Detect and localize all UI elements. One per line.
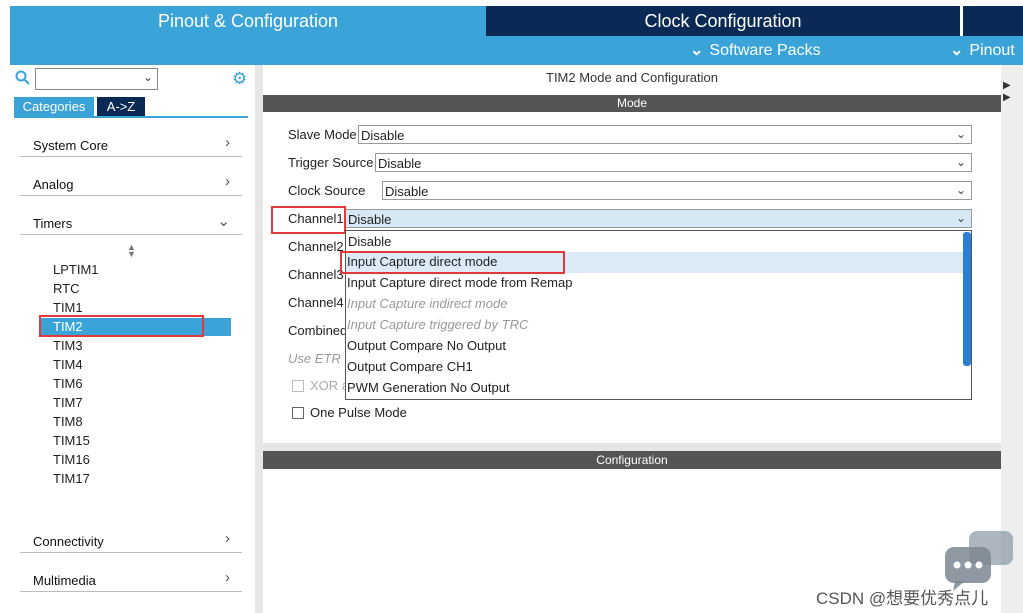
timer-item-tim1[interactable]: TIM1 [53, 300, 83, 315]
timer-item-tim4[interactable]: TIM4 [53, 357, 83, 372]
chevron-right-icon: › [225, 569, 230, 586]
az-sort-button[interactable]: A->Z [97, 97, 145, 116]
category-connectivity[interactable]: Connectivity › [20, 526, 242, 553]
search-input[interactable]: ⌄ [35, 68, 158, 90]
channel4-label: Channel4 [288, 295, 344, 310]
slave-mode-label: Slave Mode [288, 127, 357, 142]
chevron-down-icon: ⌄ [142, 70, 153, 84]
page-title: TIM2 Mode and Configuration [546, 70, 718, 85]
chevron-right-icon: › [225, 134, 230, 151]
dropdown-option[interactable]: Output Compare CH1 [347, 357, 473, 377]
chevron-down-icon: ⌄ [217, 213, 230, 230]
tab-more[interactable] [961, 6, 1023, 36]
clock-source-select[interactable]: Disable ⌄ [382, 181, 972, 200]
chevron-down-icon: ⌄ [955, 183, 966, 197]
one-pulse-label: One Pulse Mode [310, 405, 407, 420]
dropdown-option-disabled: Input Capture indirect mode [347, 296, 508, 311]
trigger-source-label: Trigger Source [288, 155, 374, 170]
category-analog[interactable]: Analog › [20, 169, 242, 196]
dropdown-option[interactable]: Input Capture direct mode from Remap [347, 273, 572, 293]
configuration-section-header: Configuration [263, 451, 1001, 469]
annotation-highlight-box [340, 251, 565, 274]
divider [14, 116, 248, 118]
sub-menu-bar: ⌄ Software Packs ⌄ Pinout [10, 36, 1023, 65]
use-etr-label: Use ETR [288, 351, 341, 366]
annotation-highlight-box [271, 206, 346, 234]
annotation-highlight-box [39, 315, 204, 337]
dropdown-option[interactable]: Output Compare No Output [347, 336, 506, 356]
timer-item-tim6[interactable]: TIM6 [53, 376, 83, 391]
timer-item-tim3[interactable]: TIM3 [53, 338, 83, 353]
category-multimedia[interactable]: Multimedia › [20, 565, 242, 592]
timer-item-tim16[interactable]: TIM16 [53, 452, 90, 467]
tab-clock-configuration[interactable]: Clock Configuration [486, 6, 960, 36]
clock-source-label: Clock Source [288, 183, 366, 198]
sidebar-splitter[interactable] [255, 65, 263, 613]
chevron-down-icon: ⌄ [955, 127, 966, 141]
channel1-select[interactable]: Disable ⌄ [345, 209, 972, 228]
chevron-right-icon: › [225, 173, 230, 190]
timer-item-tim17[interactable]: TIM17 [53, 471, 90, 486]
dropdown-scrollbar[interactable] [963, 232, 971, 366]
software-packs-menu[interactable]: ⌄ Software Packs [690, 36, 821, 65]
panel-splitter[interactable] [263, 443, 1001, 451]
categories-button[interactable]: Categories [14, 97, 94, 116]
xor-checkbox[interactable] [292, 380, 304, 392]
timer-item-tim15[interactable]: TIM15 [53, 433, 90, 448]
combined-label: Combined [288, 323, 348, 338]
channel2-label: Channel2 [288, 239, 344, 254]
channel3-label: Channel3 [288, 267, 344, 282]
dropdown-option-disabled: Input Capture triggered by TRC [347, 317, 529, 332]
chevron-down-icon: ⌄ [690, 42, 704, 59]
category-system-core[interactable]: System Core › [20, 130, 242, 157]
timer-item-rtc[interactable]: RTC [53, 281, 79, 296]
chevron-down-icon: ⌄ [955, 211, 966, 225]
xor-label: XOR a [310, 378, 350, 393]
sort-arrows-icon[interactable]: ▲ ▼ [127, 243, 136, 259]
timer-item-tim7[interactable]: TIM7 [53, 395, 83, 410]
chevron-down-icon: ⌄ [955, 155, 966, 169]
dropdown-option[interactable]: PWM Generation No Output [347, 378, 510, 398]
timer-item-tim8[interactable]: TIM8 [53, 414, 83, 429]
collapse-arrow-icon[interactable]: ▶ ▶ [1003, 80, 1011, 104]
timer-item-lptim1[interactable]: LPTIM1 [53, 262, 99, 277]
chevron-right-icon: › [225, 530, 230, 547]
mode-section-header: Mode [263, 95, 1001, 112]
pinout-menu[interactable]: ⌄ Pinout [950, 36, 1015, 65]
slave-mode-select[interactable]: Disable ⌄ [358, 125, 972, 144]
search-icon[interactable] [15, 70, 31, 86]
gear-icon[interactable]: ⚙ [232, 69, 247, 89]
watermark-text: CSDN @想要优秀点儿 [816, 589, 989, 608]
chevron-down-icon: ⌄ [950, 42, 964, 59]
tab-pinout-configuration[interactable]: Pinout & Configuration [10, 6, 486, 36]
category-timers[interactable]: Timers ⌄ [20, 208, 242, 235]
one-pulse-checkbox[interactable] [292, 407, 304, 419]
trigger-source-select[interactable]: Disable ⌄ [375, 153, 972, 172]
